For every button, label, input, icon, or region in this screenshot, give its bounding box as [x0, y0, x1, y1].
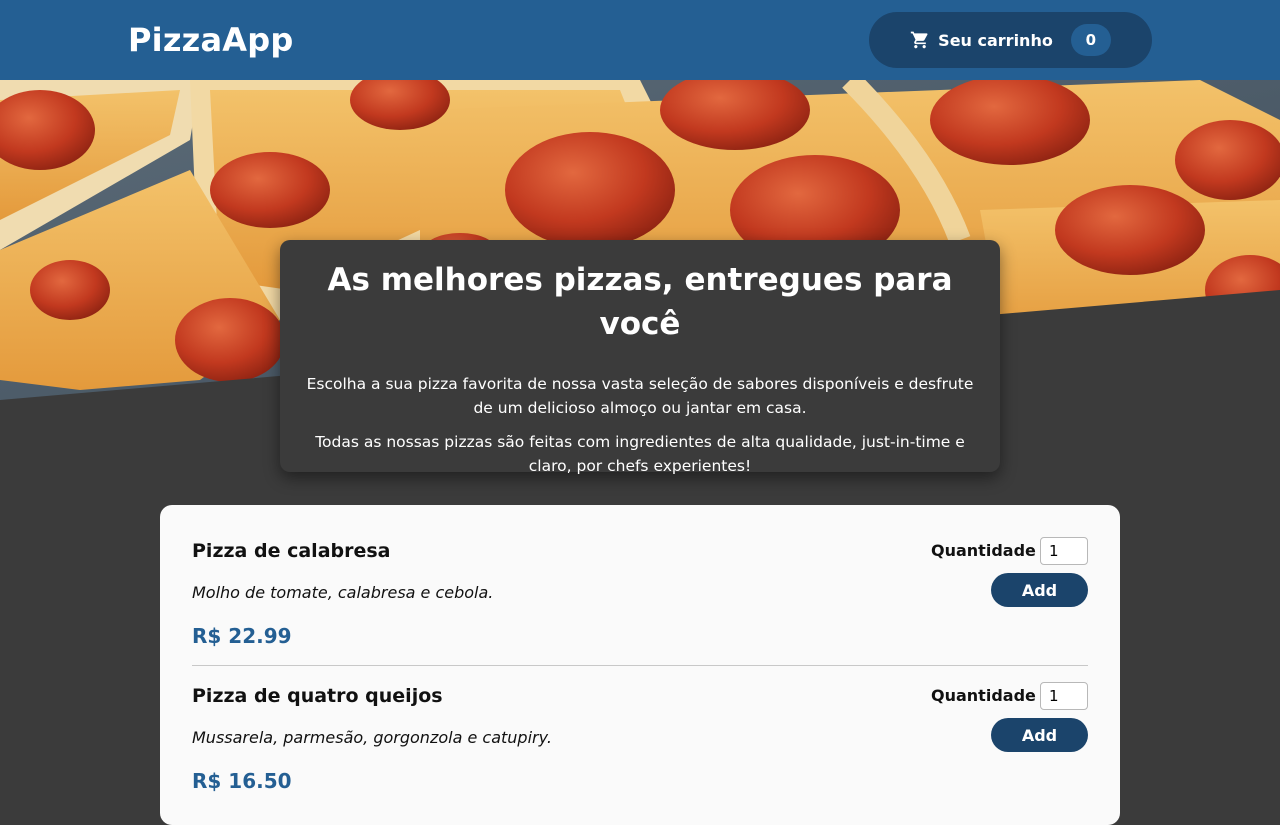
- menu-item: Pizza de calabresa Molho de tomate, cala…: [192, 537, 1088, 667]
- intro-paragraph: Escolha a sua pizza favorita de nossa va…: [306, 375, 974, 417]
- item-description: Mussarela, parmesão, gorgonzola e catupi…: [192, 728, 552, 747]
- menu-item: Pizza de quatro queijos Mussarela, parme…: [192, 682, 1088, 812]
- item-description: Molho de tomate, calabresa e cebola.: [192, 583, 494, 602]
- add-button[interactable]: Add: [991, 573, 1088, 607]
- cart-label: Seu carrinho: [938, 30, 1053, 50]
- quantity-input[interactable]: [1040, 682, 1088, 710]
- intro-card: As melhores pizzas, entregues para você …: [280, 240, 1000, 475]
- cart-icon: [910, 30, 930, 50]
- cart-button[interactable]: Seu carrinho 0: [869, 12, 1152, 68]
- quantity-input[interactable]: [1040, 537, 1088, 565]
- app-logo[interactable]: PizzaApp: [128, 20, 293, 60]
- item-price: R$ 16.50: [192, 769, 292, 793]
- intro-paragraph: Todas as nossas pizzas são feitas com in…: [315, 433, 965, 475]
- item-name: Pizza de quatro queijos: [192, 685, 443, 707]
- cart-count-badge: 0: [1070, 24, 1111, 56]
- item-divider: [192, 665, 1088, 666]
- top-bar: PizzaApp Seu carrinho 0: [0, 0, 1280, 80]
- add-button[interactable]: Add: [991, 718, 1088, 752]
- quantity-label: Quantidade: [931, 686, 1036, 705]
- item-price: R$ 22.99: [192, 624, 292, 648]
- hero-title: As melhores pizzas, entregues para você: [327, 262, 953, 342]
- pizza-menu: Pizza de calabresa Molho de tomate, cala…: [160, 505, 1120, 825]
- item-name: Pizza de calabresa: [192, 540, 391, 562]
- quantity-label: Quantidade: [931, 541, 1036, 560]
